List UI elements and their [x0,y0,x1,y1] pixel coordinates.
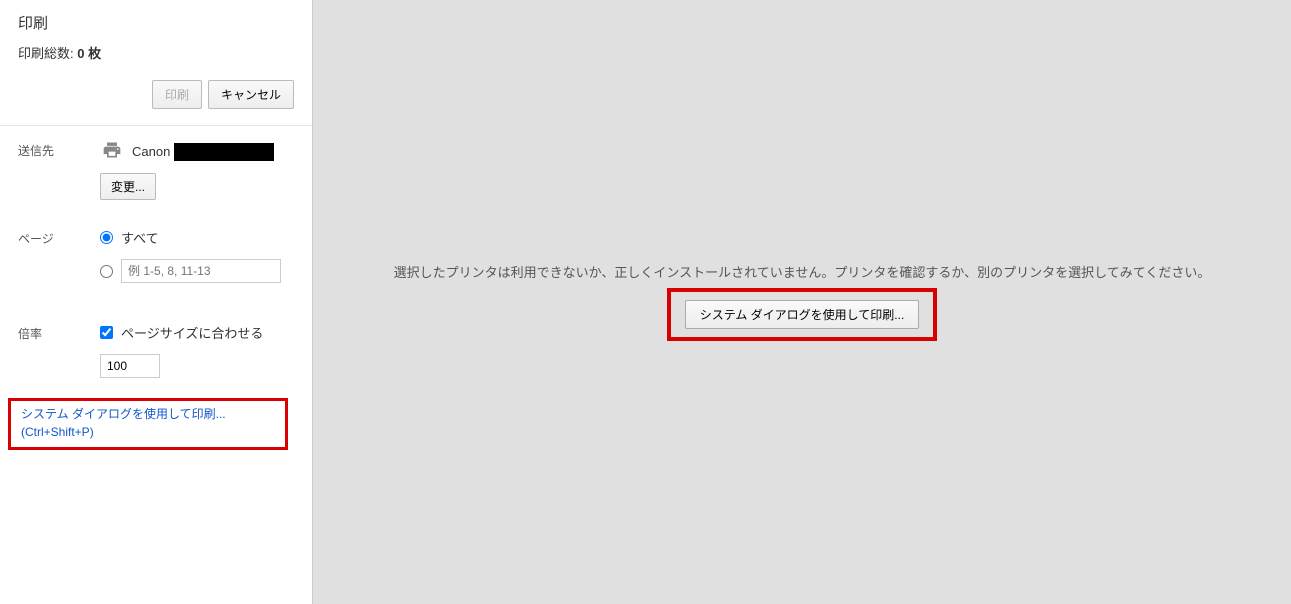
pages-all-row: すべて [100,228,294,247]
pages-all-label: すべて [121,228,159,247]
system-dialog-link-highlight: システム ダイアログを使用して印刷... (Ctrl+Shift+P) [8,398,288,450]
preview-pane: 選択したプリンタは利用できないか、正しくインストールされていません。プリンタを確… [313,0,1291,604]
scale-section: 倍率 ページサイズに合わせる [0,309,312,392]
pages-range-radio[interactable] [100,265,113,278]
destination-section: 送信先 Canon 変更... [0,126,312,214]
printer-redacted [174,143,274,161]
printer-row: Canon [100,140,294,163]
printer-name: Canon [132,143,274,161]
fit-to-page-label: ページサイズに合わせる [121,323,263,342]
printer-prefix: Canon [132,144,170,159]
printer-icon [100,140,124,163]
system-dialog-link-text: システム ダイアログを使用して印刷... [21,407,226,421]
pages-label: ページ [18,228,100,295]
pages-all-radio[interactable] [100,231,113,244]
print-total: 印刷総数: 0 枚 [18,43,294,62]
sidebar-header: 印刷 印刷総数: 0 枚 [0,0,312,70]
fit-to-page-checkbox[interactable] [100,326,113,339]
print-total-count: 0 枚 [77,46,101,61]
system-dialog-shortcut: (Ctrl+Shift+P) [21,423,275,441]
destination-label: 送信先 [18,140,100,200]
dialog-title: 印刷 [18,12,294,33]
action-buttons: 印刷 キャンセル [0,70,312,126]
cancel-button[interactable]: キャンセル [208,80,294,109]
pages-range-input[interactable] [121,259,281,283]
fit-to-page-row: ページサイズに合わせる [100,323,294,342]
scale-input[interactable] [100,354,160,378]
system-dialog-button-highlight: システム ダイアログを使用して印刷... [667,288,938,341]
print-button[interactable]: 印刷 [152,80,202,109]
change-printer-button[interactable]: 変更... [100,173,156,200]
scale-label: 倍率 [18,323,100,378]
pages-section: ページ すべて [0,214,312,309]
system-dialog-button[interactable]: システム ダイアログを使用して印刷... [685,300,920,329]
printer-error-message: 選択したプリンタは利用できないか、正しくインストールされていません。プリンタを確… [394,263,1211,284]
print-sidebar: 印刷 印刷総数: 0 枚 印刷 キャンセル 送信先 Canon 変更... ペー… [0,0,313,604]
pages-range-row [100,259,294,283]
print-total-prefix: 印刷総数: [18,46,77,61]
system-dialog-link[interactable]: システム ダイアログを使用して印刷... (Ctrl+Shift+P) [21,405,275,441]
